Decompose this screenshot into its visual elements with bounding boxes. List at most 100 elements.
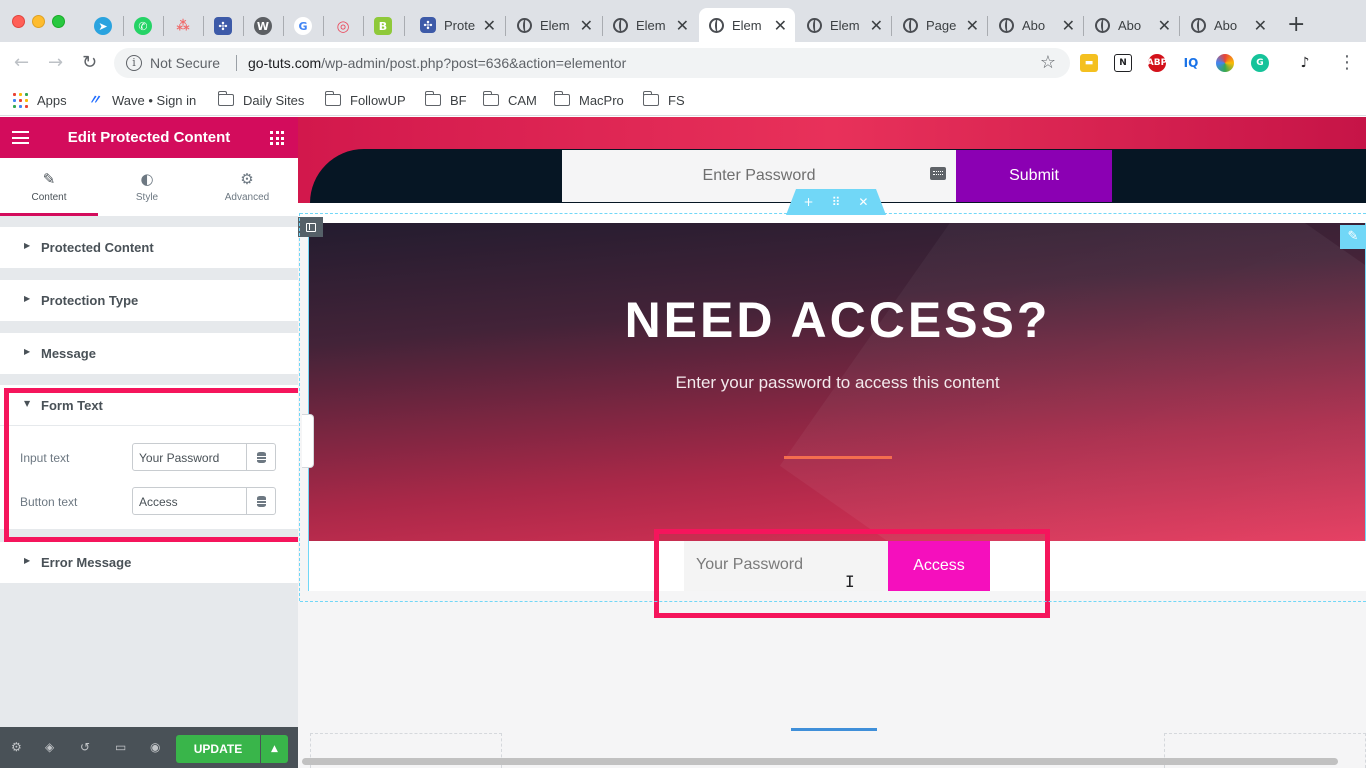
section-handle[interactable]: + ⠿ ✕: [786, 189, 886, 215]
section-error-message[interactable]: ▶ Error Message: [0, 542, 298, 583]
tab-style[interactable]: ◐ Style: [98, 158, 196, 216]
tab-6[interactable]: Page ✕: [893, 10, 987, 40]
tab-close-icon[interactable]: ✕: [1254, 16, 1267, 35]
column-icon: [305, 222, 316, 232]
update-options-caret-icon[interactable]: ▲: [261, 735, 288, 763]
forward-arrow-icon[interactable]: →: [48, 52, 63, 73]
navigator-layers-icon[interactable]: ◈: [45, 740, 54, 754]
globe-icon: [1095, 17, 1110, 33]
section-protected-content[interactable]: ▶ Protected Content: [0, 227, 298, 268]
tab-close-icon[interactable]: ✕: [483, 16, 496, 35]
color-picker-icon[interactable]: [1216, 54, 1234, 72]
enter-password-input[interactable]: Enter Password: [562, 150, 956, 202]
pinned-tab-elementor[interactable]: ✣: [206, 13, 240, 39]
extension-iq-icon[interactable]: IQ: [1182, 54, 1200, 72]
close-window-button[interactable]: [12, 15, 25, 28]
b-icon: B: [374, 17, 392, 35]
adblock-icon[interactable]: ABP: [1147, 54, 1167, 72]
pencil-icon: ✎: [42, 170, 56, 188]
preview-canvas: Enter Password Submit + ⠿ ✕ NEED ACCESS?…: [298, 117, 1366, 768]
url-path: /wp-admin/post.php?post=636&action=eleme…: [321, 55, 627, 71]
section-protection-type[interactable]: ▶ Protection Type: [0, 280, 298, 321]
tab-close-icon[interactable]: ✕: [1062, 16, 1075, 35]
tab-close-icon[interactable]: ✕: [774, 16, 787, 35]
extension-person-icon[interactable]: ♪: [1296, 54, 1314, 72]
gear-icon: ⚙: [240, 170, 254, 188]
minimize-window-button[interactable]: [32, 15, 45, 28]
history-icon[interactable]: ↺: [80, 740, 90, 754]
preview-eye-icon[interactable]: ◉: [150, 740, 160, 754]
bookmark-daily-sites[interactable]: Daily Sites: [217, 90, 304, 110]
tab-8[interactable]: Abo ✕: [1085, 10, 1179, 40]
add-section-icon[interactable]: +: [804, 195, 814, 209]
panel-collapse-handle[interactable]: [302, 414, 314, 468]
update-button[interactable]: UPDATE: [176, 735, 260, 763]
tab-close-icon[interactable]: ✕: [1158, 16, 1171, 35]
extension-n-icon[interactable]: N: [1114, 54, 1132, 72]
column-handle[interactable]: [298, 217, 323, 237]
tab-5[interactable]: Elem ✕: [797, 10, 891, 40]
pinned-tab-asana[interactable]: ⁂: [166, 13, 200, 39]
tab-close-icon[interactable]: ✕: [966, 16, 979, 35]
reload-icon[interactable]: ↻: [82, 52, 97, 73]
maximize-window-button[interactable]: [52, 15, 65, 28]
tab-1[interactable]: ✣ Prote ✕: [410, 10, 504, 40]
bookmark-followup[interactable]: FollowUP: [324, 90, 406, 110]
globe-icon: [807, 17, 822, 33]
menu-kebab-icon[interactable]: ⋮: [1338, 52, 1356, 73]
pinned-tab-spiral[interactable]: ◎: [326, 13, 360, 39]
back-arrow-icon[interactable]: ←: [14, 52, 29, 73]
drag-section-icon[interactable]: ⠿: [832, 195, 841, 209]
bookmark-bf[interactable]: BF: [424, 90, 467, 110]
widgets-grid-icon[interactable]: [270, 131, 284, 145]
pinned-tab-google[interactable]: G: [286, 13, 320, 39]
tab-4-active[interactable]: Elem ✕: [699, 8, 795, 42]
asana-icon: ⁂: [176, 18, 190, 34]
bookmark-fs[interactable]: FS: [642, 90, 685, 110]
info-icon[interactable]: i: [126, 55, 142, 71]
section-message[interactable]: ▶ Message: [0, 333, 298, 374]
tab-label: Abo: [1118, 17, 1142, 33]
bookmark-macpro[interactable]: MacPro: [553, 90, 624, 110]
bookmark-star-icon[interactable]: ☆: [1040, 52, 1056, 73]
tab-7[interactable]: Abo ✕: [989, 10, 1083, 40]
bookmark-apps[interactable]: Apps: [13, 90, 67, 110]
tab-label: Abo: [1214, 17, 1238, 33]
tab-label: Content: [31, 192, 67, 203]
pinned-tab-b[interactable]: B: [366, 13, 400, 39]
tab-close-icon[interactable]: ✕: [676, 16, 689, 35]
whatsapp-icon: ✆: [134, 17, 152, 35]
browser-toolbar: ← → ↻ i Not Secure go-tuts.com/wp-admin/…: [0, 42, 1366, 84]
tab-close-icon[interactable]: ✕: [580, 16, 593, 35]
globe-icon: [903, 17, 918, 33]
grammarly-icon[interactable]: G: [1251, 54, 1269, 72]
tab-advanced[interactable]: ⚙ Advanced: [198, 158, 296, 216]
settings-gear-icon[interactable]: ⚙: [11, 740, 22, 754]
bookmark-cam[interactable]: CAM: [482, 90, 537, 110]
google-icon: G: [294, 17, 312, 35]
horizontal-scrollbar[interactable]: [302, 758, 1338, 765]
bookmark-label: CAM: [508, 92, 537, 108]
extension-notes-icon[interactable]: ▬: [1080, 54, 1098, 72]
tab-close-icon[interactable]: ✕: [870, 16, 883, 35]
tab-3[interactable]: Elem ✕: [603, 10, 697, 40]
responsive-desktop-icon[interactable]: ▭: [115, 740, 126, 754]
address-bar[interactable]: i Not Secure go-tuts.com/wp-admin/post.p…: [114, 48, 1070, 78]
tab-2[interactable]: Elem ✕: [507, 10, 601, 40]
edit-widget-pencil-icon[interactable]: ✎: [1340, 225, 1366, 249]
tab-content[interactable]: ✎ Content: [0, 158, 98, 216]
delete-section-icon[interactable]: ✕: [858, 195, 868, 209]
new-tab-button[interactable]: +: [1287, 12, 1305, 37]
tab-9[interactable]: Abo ✕: [1181, 10, 1275, 40]
pinned-tab-wordpress[interactable]: W: [246, 13, 280, 39]
folder-icon: [217, 91, 234, 106]
bookmark-wave[interactable]: 〃 Wave • Sign in: [88, 90, 196, 110]
pinned-tab-whatsapp[interactable]: ✆: [126, 13, 160, 39]
submit-button[interactable]: Submit: [956, 150, 1112, 202]
tab-label: Abo: [1022, 17, 1046, 33]
spiral-icon: ◎: [336, 17, 350, 35]
annotation-highlight-box: [4, 388, 305, 542]
globe-icon: [1191, 17, 1206, 33]
pinned-tab-telegram[interactable]: ➤: [86, 13, 120, 39]
folder-icon: [324, 91, 341, 106]
